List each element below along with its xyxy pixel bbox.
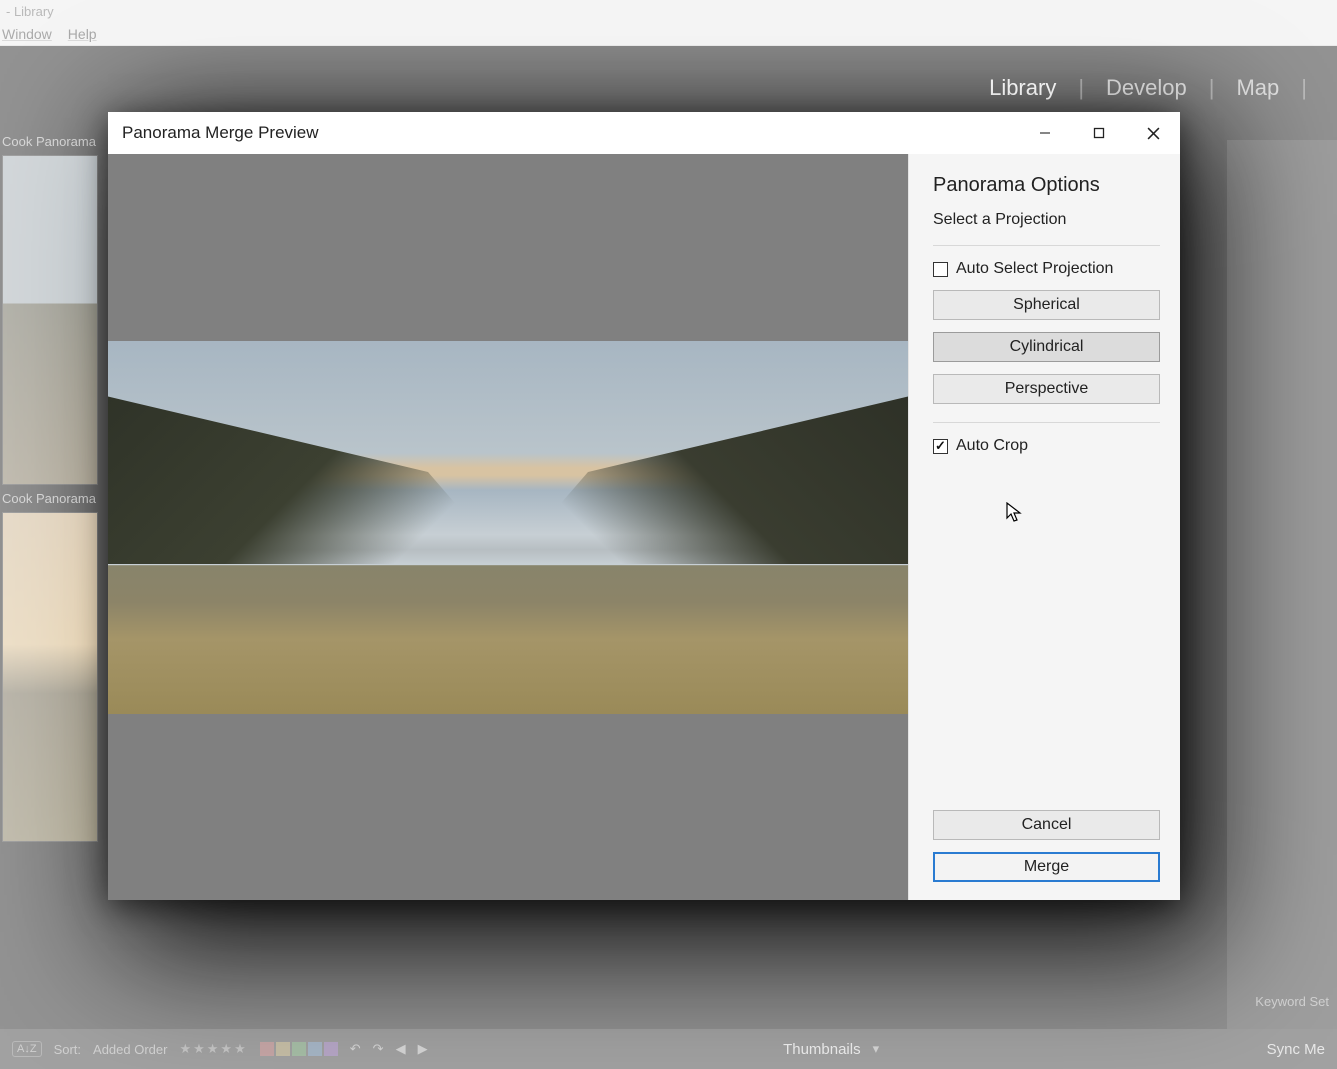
button-label: Cancel — [1022, 816, 1072, 834]
play-icon[interactable]: ▶ — [418, 1041, 428, 1057]
chevron-down-icon[interactable]: ▾ — [873, 1041, 880, 1057]
separator: | — [1301, 75, 1307, 101]
options-heading: Panorama Options — [933, 174, 1160, 197]
dialog-titlebar[interactable]: Panorama Merge Preview — [108, 112, 1180, 154]
thumbnails-dropdown[interactable]: Thumbnails — [783, 1041, 861, 1058]
menu-window[interactable]: Window — [2, 26, 52, 42]
button-label: Perspective — [1005, 380, 1089, 398]
divider — [933, 245, 1160, 246]
projection-perspective-button[interactable]: Perspective — [933, 374, 1160, 404]
module-develop[interactable]: Develop — [1106, 75, 1187, 101]
separator: | — [1078, 75, 1084, 101]
menubar: Window Help — [0, 22, 1337, 46]
rotate-right-icon[interactable]: ↷ — [373, 1041, 384, 1057]
sort-label: Sort: — [54, 1042, 81, 1057]
keyword-set-label: Keyword Set — [1255, 994, 1329, 1009]
button-label: Cylindrical — [1010, 338, 1084, 356]
divider — [933, 422, 1160, 423]
cancel-button[interactable]: Cancel — [933, 810, 1160, 840]
module-map[interactable]: Map — [1236, 75, 1279, 101]
projection-cylindrical-button[interactable]: Cylindrical — [933, 332, 1160, 362]
close-button[interactable] — [1126, 112, 1180, 154]
prev-icon[interactable]: ◀ — [396, 1041, 406, 1057]
thumb-label: Cook Panorama (2) — [0, 130, 100, 153]
app-title: - Library — [6, 4, 54, 19]
projection-spherical-button[interactable]: Spherical — [933, 290, 1160, 320]
checkbox-icon — [933, 262, 948, 277]
merge-button[interactable]: Merge — [933, 852, 1160, 882]
button-label: Spherical — [1013, 296, 1080, 314]
module-library[interactable]: Library — [989, 75, 1056, 101]
preview-area — [108, 154, 908, 900]
checkbox-checked-icon — [933, 439, 948, 454]
toolbar: A↓Z Sort: Added Order ★★★★★ ↶ ↷ ◀ ▶ Thum… — [0, 1029, 1337, 1069]
right-panel: Keyword Set — [1227, 140, 1337, 1029]
menu-help[interactable]: Help — [68, 26, 97, 42]
auto-crop-checkbox[interactable]: Auto Crop — [933, 437, 1160, 455]
panorama-merge-dialog: Panorama Merge Preview Panorama Options … — [108, 112, 1180, 900]
sort-value[interactable]: Added Order — [93, 1042, 167, 1057]
thumb-label: Cook Panorama (6) — [0, 487, 100, 510]
panorama-options-panel: Panorama Options Select a Projection Aut… — [908, 154, 1180, 900]
checkbox-label: Auto Select Projection — [956, 260, 1113, 278]
app-titlebar: - Library — [0, 0, 1337, 22]
projection-heading: Select a Projection — [933, 211, 1160, 229]
rating-stars[interactable]: ★★★★★ — [179, 1041, 247, 1057]
panorama-preview-image — [108, 341, 908, 714]
left-thumbnails: Cook Panorama (2) Cook Panorama (6) — [0, 130, 100, 1029]
sync-button[interactable]: Sync Me — [1267, 1041, 1325, 1058]
checkbox-label: Auto Crop — [956, 437, 1028, 455]
dialog-title: Panorama Merge Preview — [122, 123, 319, 143]
maximize-button[interactable] — [1072, 112, 1126, 154]
separator: | — [1209, 75, 1215, 101]
minimize-button[interactable] — [1018, 112, 1072, 154]
thumbnail[interactable] — [2, 512, 98, 842]
rotate-left-icon[interactable]: ↶ — [350, 1041, 361, 1057]
sort-toggle-icon[interactable]: A↓Z — [12, 1041, 42, 1057]
thumbnail[interactable] — [2, 155, 98, 485]
button-label: Merge — [1024, 858, 1069, 876]
color-swatches[interactable] — [260, 1042, 338, 1056]
auto-select-projection-checkbox[interactable]: Auto Select Projection — [933, 260, 1160, 278]
module-picker: Library | Develop | Map | — [989, 58, 1307, 118]
